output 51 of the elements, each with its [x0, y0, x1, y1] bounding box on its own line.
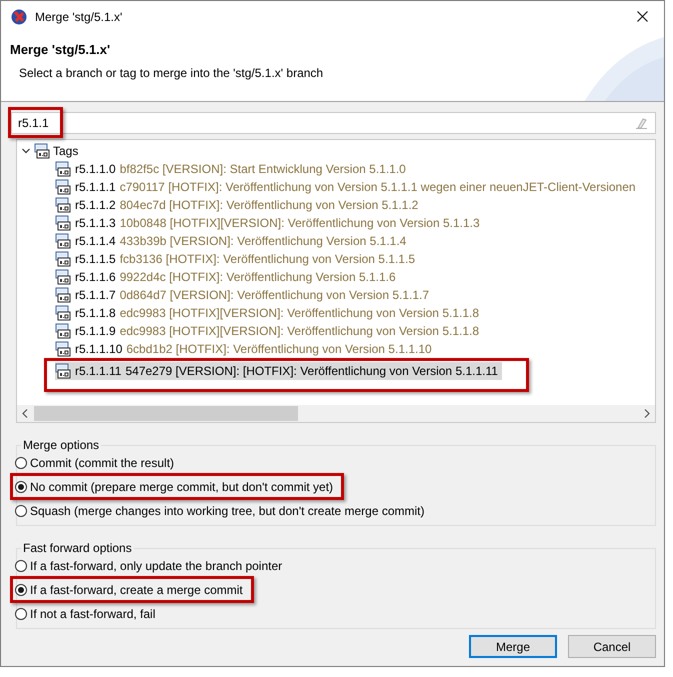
- radio-option[interactable]: If not a fast-forward, fail: [15, 603, 156, 624]
- tag-row[interactable]: r5.1.1.1 c790117 [HOTFIX]: Veröffentlichung von Version 5.1.1.1 wegen einer neuenJET-Client-Versionen: [55, 178, 640, 196]
- tag-icon: [55, 161, 71, 177]
- radio-option[interactable]: Squash (merge changes into working tree, but don't create merge commit): [15, 500, 424, 521]
- radio-option[interactable]: If a fast-forward, create a merge commit: [15, 579, 243, 600]
- radio-icon[interactable]: [15, 584, 27, 596]
- horizontal-scrollbar[interactable]: [17, 405, 655, 422]
- dialog-heading: Merge 'stg/5.1.x': [10, 42, 112, 57]
- tag-icon: [55, 233, 71, 249]
- tag-icon: [55, 197, 71, 213]
- tag-icon: [34, 143, 50, 159]
- tag-row[interactable]: r5.1.1.2 804ec7d [HOTFIX]: Veröffentlichung von Version 5.1.1.2: [55, 196, 422, 214]
- radio-option[interactable]: No commit (prepare merge commit, but don't commit yet): [15, 476, 334, 497]
- tag-row[interactable]: r5.1.1.6 9922d4c [HOTFIX]: Veröffentlichung Version 5.1.1.6: [55, 268, 400, 286]
- group-label: Merge options: [22, 438, 100, 452]
- radio-option[interactable]: If a fast-forward, only update the branch pointer: [15, 555, 282, 576]
- tag-icon: [55, 305, 71, 321]
- tag-row[interactable]: r5.1.1.11 547e279 [VERSION]: [HOTFIX]: Veröffentlichung von Version 5.1.1.11: [55, 362, 502, 380]
- radio-option[interactable]: Commit (commit the result): [15, 452, 174, 473]
- tag-row[interactable]: r5.1.1.0 bf82f5c [VERSION]: Start Entwicklung Version 5.1.1.0: [55, 160, 410, 178]
- dialog-description: Select a branch or tag to merge into the 'stg/5.1.x' branch: [18, 66, 324, 80]
- tag-row[interactable]: r5.1.1.4 433b39b [VERSION]: Veröffentlichung Version 5.1.1.4: [55, 232, 410, 250]
- radio-icon[interactable]: [15, 504, 27, 516]
- chevron-icon[interactable]: [21, 146, 31, 156]
- app-icon: [11, 8, 27, 24]
- tag-icon: [55, 341, 71, 357]
- tag-icon: [55, 287, 71, 303]
- tag-row[interactable]: r5.1.1.3 10b0848 [HOTFIX][VERSION]: Veröffentlichung von Version 5.1.1.3: [55, 214, 484, 232]
- radio-icon[interactable]: [15, 456, 27, 468]
- dialog-button[interactable]: Merge: [469, 635, 557, 658]
- tag-icon: [55, 269, 71, 285]
- window-title: Merge 'stg/5.1.x': [35, 10, 124, 24]
- tag-row[interactable]: r5.1.1.9 edc9983 [HOTFIX][VERSION]: Veröffentlichung von Version 5.1.1.8: [55, 322, 484, 340]
- close-icon: [636, 11, 648, 22]
- tag-row[interactable]: r5.1.1.7 0d864d7 [VERSION]: Veröffentlichung von Version 5.1.1.7: [55, 286, 434, 304]
- tag-icon: [55, 363, 71, 379]
- tag-row[interactable]: r5.1.1.10 6cbd1b2 [HOTFIX]: Veröffentlichung von Version 5.1.1.10: [55, 340, 436, 358]
- radio-icon[interactable]: [15, 560, 27, 572]
- tag-icon: [55, 323, 71, 339]
- filter-field[interactable]: r5.1.1: [11, 112, 656, 134]
- tree-group[interactable]: Tags: [21, 142, 655, 160]
- tag-row[interactable]: r5.1.1.5 fcb3136 [HOTFIX]: Veröffentlichung von Version 5.1.1.5: [55, 250, 419, 268]
- tag-row[interactable]: r5.1.1.8 edc9983 [HOTFIX][VERSION]: Veröffentlichung von Version 5.1.1.8: [55, 304, 484, 322]
- tag-icon: [55, 179, 71, 195]
- tag-icon: [55, 251, 71, 267]
- radio-icon[interactable]: [15, 608, 27, 620]
- dialog-button[interactable]: Cancel: [568, 635, 656, 658]
- group-label: Fast forward options: [22, 541, 133, 555]
- tag-icon: [55, 215, 71, 231]
- radio-icon[interactable]: [15, 480, 27, 492]
- scrollbar-thumb[interactable]: [34, 406, 298, 421]
